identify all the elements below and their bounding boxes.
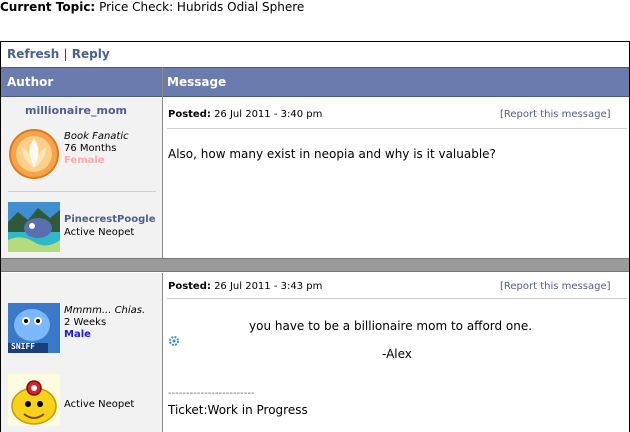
post2-account-age: 2 Weeks xyxy=(64,317,107,328)
post2-avatar-tag: SNIFF xyxy=(11,342,36,351)
current-topic: Current Topic: Price Check: Hubrids Odia… xyxy=(0,0,304,16)
post2-signature-rule: ------------------------ xyxy=(168,388,255,399)
post2-pet-image[interactable] xyxy=(8,374,60,426)
table-header: Author Message xyxy=(1,67,629,97)
post2-header-line xyxy=(167,298,627,299)
post1-user-meta: Book Fanatic 76 Months Female xyxy=(64,131,129,167)
post1-pet-status: Active Neopet xyxy=(64,227,135,238)
post2-posted: Posted: 26 Jul 2011 - 3:43 pm xyxy=(168,281,322,292)
refresh-link[interactable]: Refresh xyxy=(7,47,59,61)
post2-avatar[interactable]: SNIFF xyxy=(8,303,60,353)
post1-username[interactable]: millionaire_mom xyxy=(25,104,127,117)
post2-posted-time: 26 Jul 2011 - 3:43 pm xyxy=(214,281,323,292)
post2-signature: Ticket:Work in Progress xyxy=(168,403,308,417)
column-divider-1 xyxy=(162,67,163,258)
post2-report: [Report this message] xyxy=(500,281,611,292)
post1-pet-image[interactable] xyxy=(8,202,60,252)
post1-author-divider xyxy=(8,191,156,192)
post2-posted-label: Posted: xyxy=(168,281,211,292)
post1-pet-name[interactable]: PinecrestPoogle xyxy=(64,214,155,225)
post1-posted-time: 26 Jul 2011 - 3:40 pm xyxy=(214,109,323,120)
topic-frame: Refresh | Reply Author Message millionai… xyxy=(0,41,630,432)
topic-title: Price Check: Hubrids Odial Sphere xyxy=(99,0,305,14)
post1-gender: Female xyxy=(64,155,105,166)
post2-message-line2: -Alex xyxy=(382,347,412,361)
post2-report-link[interactable]: Report this message xyxy=(504,281,607,292)
book-fanatic-avatar-icon xyxy=(9,129,59,179)
post1-message: Also, how many exist in neopia and why i… xyxy=(168,147,496,161)
post2-pet-status: Active Neopet xyxy=(64,399,135,410)
post1-report-link[interactable]: Report this message xyxy=(504,109,607,120)
post2-user-meta: Mmmm... Chias. 2 Weeks Male xyxy=(64,305,145,341)
post1-posted-label: Posted: xyxy=(168,109,211,120)
gear-icon xyxy=(168,332,180,346)
topic-label: Current Topic: xyxy=(0,0,96,14)
column-divider-2 xyxy=(162,273,163,432)
yellow-pet-icon xyxy=(8,374,60,426)
toolbar-separator: | xyxy=(63,47,68,61)
post1-account-age: 76 Months xyxy=(64,143,117,154)
post-separator xyxy=(1,258,629,272)
post1-report: [Report this message] xyxy=(500,109,611,120)
post1-header-line xyxy=(167,128,627,129)
post2-user-title: Mmmm... Chias. xyxy=(64,305,146,316)
message-header: Message xyxy=(167,75,227,89)
post2-gender: Male xyxy=(64,329,91,340)
post2-message-line1: you have to be a billionaire mom to affo… xyxy=(249,319,533,333)
reply-link[interactable]: Reply xyxy=(72,47,110,61)
post1-avatar[interactable] xyxy=(8,128,60,180)
post1-posted: Posted: 26 Jul 2011 - 3:40 pm xyxy=(168,109,322,120)
toolbar: Refresh | Reply xyxy=(7,47,110,61)
post1-user-title: Book Fanatic xyxy=(64,131,129,142)
author-header: Author xyxy=(7,75,54,89)
poogle-pet-icon xyxy=(8,202,60,252)
